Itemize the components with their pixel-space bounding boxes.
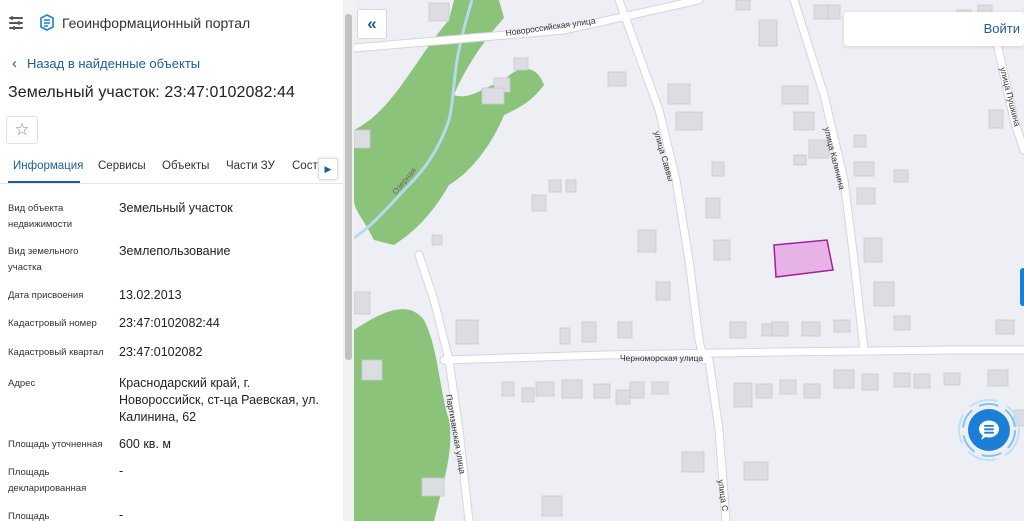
selected-parcel: [773, 239, 834, 278]
tab-services[interactable]: Сервисы: [98, 160, 146, 172]
portal-logo-icon: [39, 14, 55, 31]
field-value-land-type: Землепользование: [119, 244, 231, 258]
field-value-cadastral-number: 23:47:0102082:44: [119, 316, 220, 330]
tabs-scroll-right-button[interactable]: ▶: [318, 158, 338, 180]
tab-objects[interactable]: Объекты: [162, 160, 209, 172]
panel-header: Геоинформационный портал: [0, 0, 343, 46]
field-value-object-type: Земельный участок: [119, 201, 233, 215]
tab-land-parts[interactable]: Части ЗУ: [226, 160, 275, 172]
double-chevron-left-icon: «: [367, 14, 377, 33]
field-label-object-type: Вид объекта недвижимости: [8, 203, 73, 230]
field-value-address: Краснодарский край, г. Новороссийск, ст-…: [119, 376, 319, 424]
field-label-cadastral-number: Кадастровый номер: [8, 318, 97, 329]
street-label-chernomorskaya: Черноморская улица: [620, 353, 703, 363]
field-value-area: -: [119, 508, 124, 521]
field-value-assign-date: 13.02.2013: [119, 288, 182, 302]
field-label-assign-date: Дата присвоения: [8, 290, 84, 301]
field-label-area-declared: Площадь декларированная: [8, 467, 87, 494]
field-label-area-specified: Площадь уточненная: [8, 439, 103, 450]
object-title: Земельный участок: 23:47:0102082:44: [8, 84, 296, 101]
right-edge-handle[interactable]: [1020, 268, 1024, 306]
hamburger-icon[interactable]: [9, 16, 25, 30]
tab-information[interactable]: Информация: [13, 160, 83, 172]
back-link-label: Назад в найденные объекты: [27, 56, 201, 71]
chat-bubble-icon: [958, 399, 1020, 461]
scrollbar-thumb[interactable]: [345, 14, 352, 360]
map-canvas[interactable]: Озерная Новороссийская улица улица Саввы…: [354, 0, 1024, 521]
field-label-cadastral-quarter: Кадастровый квартал: [8, 347, 104, 358]
app-title: Геоинформационный портал: [62, 15, 251, 31]
field-label-land-type: Вид земельного участка: [8, 246, 79, 273]
field-label-area: Площадь: [8, 511, 50, 521]
star-outline-icon: ☆: [14, 120, 30, 139]
favorite-button[interactable]: ☆: [6, 116, 38, 144]
field-value-area-specified: 600 кв. м: [119, 437, 171, 451]
triangle-right-icon: ▶: [324, 163, 332, 174]
panel-scrollbar[interactable]: [343, 0, 354, 521]
map-view[interactable]: Озерная Новороссийская улица улица Саввы…: [354, 0, 1024, 521]
street-label-bottom: улица С: [716, 479, 730, 512]
chevron-left-icon: ‹: [12, 55, 17, 72]
info-panel: Геоинформационный портал ‹ Назад в найде…: [0, 0, 343, 521]
field-label-address: Адрес: [8, 378, 36, 389]
login-bar[interactable]: Войти: [844, 12, 1024, 46]
login-link[interactable]: Войти: [984, 21, 1020, 36]
tab-bar: Информация Сервисы Объекты Части ЗУ Сост…: [0, 150, 343, 184]
field-value-cadastral-quarter: 23:47:0102082: [119, 345, 203, 359]
chat-button[interactable]: [957, 398, 1021, 462]
collapse-panel-button[interactable]: «: [357, 9, 387, 39]
back-to-results-link[interactable]: ‹ Назад в найденные объекты: [12, 55, 200, 72]
field-value-area-declared: -: [119, 464, 124, 478]
active-tab-indicator: [8, 181, 80, 183]
